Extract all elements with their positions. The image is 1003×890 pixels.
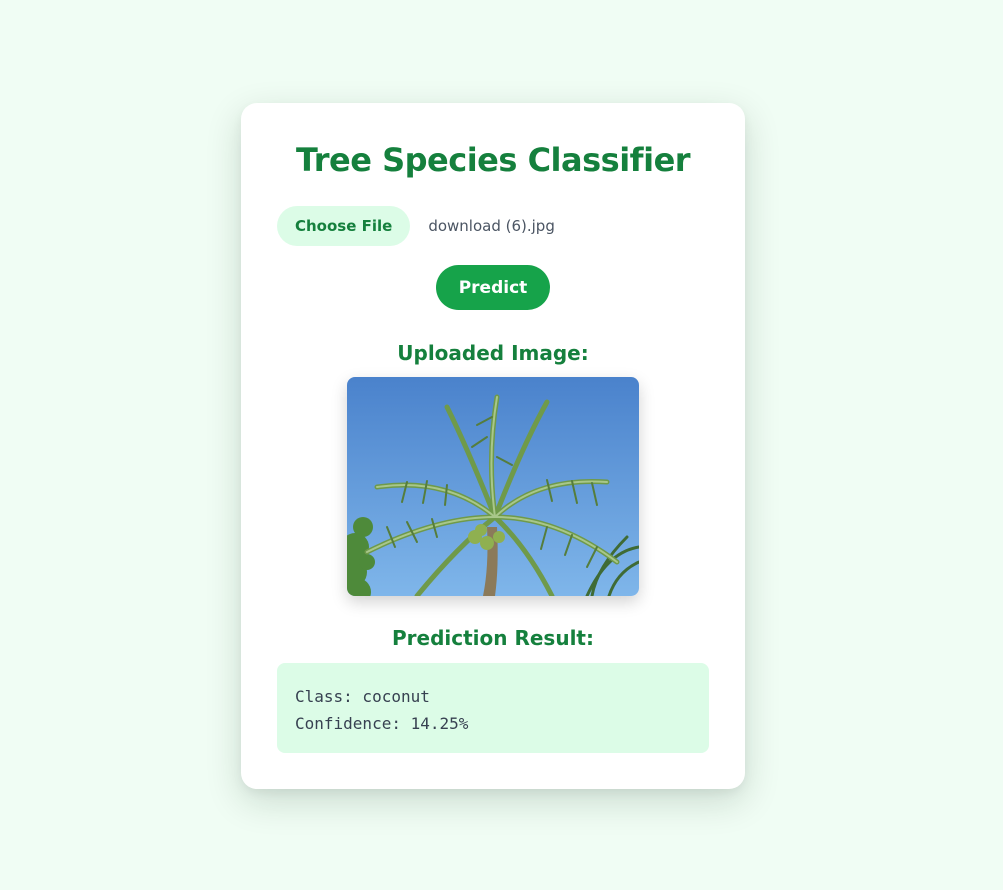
predicted-class: Class: coconut [295, 687, 430, 706]
choose-file-button[interactable]: Choose File [277, 206, 411, 246]
uploaded-image-heading: Uploaded Image: [397, 341, 589, 365]
page-title: Tree Species Classifier [295, 141, 691, 179]
classifier-card: Tree Species Classifier Choose File down… [241, 103, 745, 789]
uploaded-image-preview [347, 377, 639, 596]
file-input[interactable]: Choose File download (6).jpg [277, 206, 555, 246]
prediction-result-heading: Prediction Result: [392, 626, 594, 650]
selected-file-name: download (6).jpg [428, 217, 555, 235]
palm-tree-photo [347, 377, 639, 596]
prediction-result-box: Class: coconut Confidence: 14.25% [277, 663, 709, 753]
predict-button[interactable]: Predict [436, 265, 550, 310]
prediction-confidence: Confidence: 14.25% [295, 714, 469, 733]
